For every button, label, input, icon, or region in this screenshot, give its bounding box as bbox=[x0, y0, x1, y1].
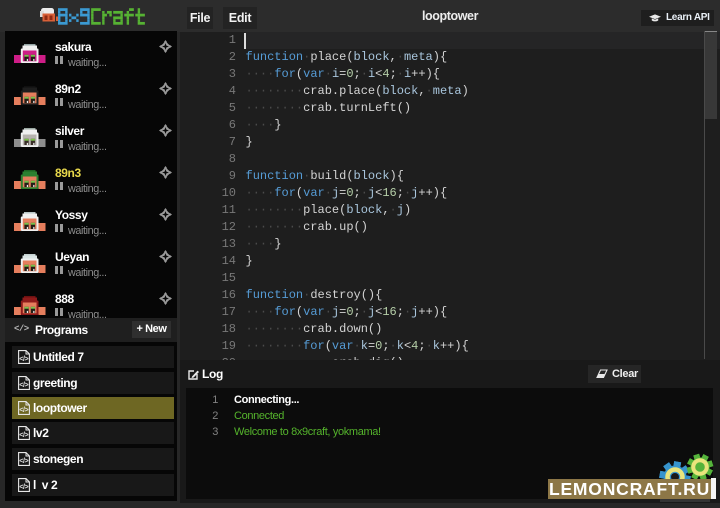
svg-text:</>: </> bbox=[19, 484, 28, 491]
svg-text:</>: </> bbox=[19, 356, 28, 363]
svg-text:</>: </> bbox=[19, 458, 28, 465]
svg-text:</>: </> bbox=[19, 432, 28, 439]
svg-text:</>: </> bbox=[19, 407, 28, 414]
svg-text:</>: </> bbox=[19, 382, 28, 389]
